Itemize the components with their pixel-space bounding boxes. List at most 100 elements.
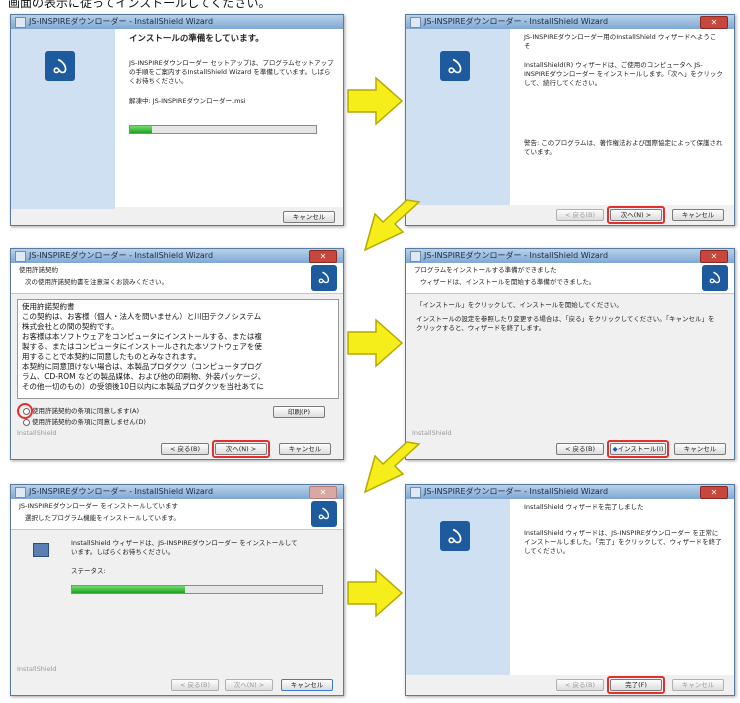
wizard-header: プログラムをインストールする準備ができました ウィザードは、インストールを開始す… xyxy=(406,263,734,294)
print-button[interactable]: 印刷(P) xyxy=(273,406,325,418)
next-button[interactable]: 次へ(N) > xyxy=(225,679,273,691)
close-icon[interactable]: ✕ xyxy=(700,486,728,499)
wizard-window-welcome: JS-INSPIREダウンローダー - InstallShield Wizard… xyxy=(405,14,735,226)
arrow-down-left-icon xyxy=(363,441,421,494)
header-title: 使用許諾契約 xyxy=(19,266,58,274)
status-label: ステータス: xyxy=(71,567,106,575)
next-button-highlight xyxy=(607,206,665,224)
window-title: JS-INSPIREダウンローダー - InstallShield Wizard xyxy=(29,251,214,260)
app-logo-icon: ఎ xyxy=(311,501,337,527)
arrow-down-left-icon xyxy=(363,199,421,252)
close-icon[interactable]: ✕ xyxy=(700,250,728,263)
header-title: JS-INSPIREダウンローダー をインストールしています xyxy=(19,502,178,510)
license-line: お客様は本ソフトウェアをコンピュータにインストールする、または複 xyxy=(22,332,262,341)
app-logo-icon: ఎ xyxy=(45,51,75,81)
decline-label: 使用許諾契約の条項に同意しません(D) xyxy=(32,418,146,426)
wizard-header: JS-INSPIREダウンローダー をインストールしています 選択したプログラム… xyxy=(11,499,343,530)
license-text-box[interactable]: 使用許諾契約書 この契約は、お客様（個人・法人を問いません）と川田テクノシステム… xyxy=(17,299,339,399)
wizard-content: JS-INSPIREダウンローダー用のInstallShield ウィザードへよ… xyxy=(510,29,734,205)
heading: インストールの準備をしています。 xyxy=(129,34,264,44)
back-button[interactable]: < 戻る(B) xyxy=(556,679,604,691)
back-button[interactable]: < 戻る(B) xyxy=(556,209,604,221)
title-bar: JS-INSPIREダウンローダー - InstallShield Wizard… xyxy=(11,249,343,264)
wizard-window-ready: JS-INSPIREダウンローダー - InstallShield Wizard… xyxy=(405,248,735,460)
installer-icon xyxy=(15,487,26,498)
install-button-highlight xyxy=(607,440,669,458)
warning-text: 警告: このプログラムは、著作権法および国際協定によって保護されています。 xyxy=(524,139,723,156)
license-line: その他一切のもの）の受領後10日以内に本製品プロダクツを当社あてに xyxy=(22,382,264,391)
computer-install-icon xyxy=(33,543,49,557)
cancel-button[interactable]: キャンセル xyxy=(281,679,333,691)
license-line: ラム、CD-ROM などの製品媒体、および他の印刷物、外装パッケージ、 xyxy=(22,372,266,381)
window-title: JS-INSPIREダウンローダー - InstallShield Wizard xyxy=(29,17,214,26)
next-button-highlight xyxy=(212,440,270,458)
description: InstallShield ウィザードは、JS-INSPIREダウンローダー を… xyxy=(524,529,722,555)
window-title: JS-INSPIREダウンローダー - InstallShield Wizard xyxy=(424,251,609,260)
title-bar: JS-INSPIREダウンローダー - InstallShield Wizard xyxy=(11,15,343,30)
license-line: 株式会社との間の契約です。 xyxy=(22,322,119,331)
title-bar: JS-INSPIREダウンローダー - InstallShield Wizard… xyxy=(406,249,734,264)
back-button[interactable]: < 戻る(B) xyxy=(556,443,604,455)
cancel-button[interactable]: キャンセル xyxy=(283,211,335,223)
app-logo-icon: ఎ xyxy=(311,265,337,291)
wizard-header: 使用許諾契約 次の使用許諾契約書を注意深くお読みください。 ఎ xyxy=(11,263,343,294)
instruction-line: 「インストール」をクリックして、インストールを開始してください。 xyxy=(416,301,623,309)
close-icon[interactable]: ✕ xyxy=(309,250,337,263)
radio-icon xyxy=(23,418,30,426)
wizard-content: インストールの準備をしています。 JS-INSPIREダウンローダー セットアッ… xyxy=(115,29,343,207)
arrow-right-icon xyxy=(347,568,404,618)
header-subtitle: 次の使用許諾契約書を注意深くお読みください。 xyxy=(25,278,168,286)
installer-icon xyxy=(410,17,421,28)
cancel-button[interactable]: キャンセル xyxy=(672,209,724,221)
window-title: JS-INSPIREダウンローダー - InstallShield Wizard xyxy=(424,17,609,26)
close-icon[interactable]: ✕ xyxy=(700,16,728,29)
license-line: 用することで本契約に同意したものとみなされます。 xyxy=(22,352,202,361)
back-button[interactable]: < 戻る(B) xyxy=(161,443,209,455)
wizard-window-preparing: JS-INSPIREダウンローダー - InstallShield Wizard… xyxy=(10,14,344,226)
installshield-label: InstallShield xyxy=(412,429,452,437)
wizard-side-panel: ఎ xyxy=(406,29,510,205)
arrow-right-icon xyxy=(347,76,404,126)
wizard-window-license: JS-INSPIREダウンローダー - InstallShield Wizard… xyxy=(10,248,344,460)
title-bar: JS-INSPIREダウンローダー - InstallShield Wizard… xyxy=(406,15,734,30)
accept-radio[interactable]: 使用許諾契約の条項に同意します(A) xyxy=(23,407,243,416)
heading: JS-INSPIREダウンローダー用のInstallShield ウィザードへよ… xyxy=(524,33,717,50)
instruction-detail: インストールの設定を参照したり変更する場合は、「戻る」をクリックしてください。「… xyxy=(416,315,715,332)
wizard-content: InstallShield ウィザードを完了しました InstallShield… xyxy=(510,499,734,675)
installer-icon xyxy=(15,17,26,28)
progress-fill xyxy=(72,586,185,593)
wizard-window-installing: JS-INSPIREダウンローダー - InstallShield Wizard… xyxy=(10,484,344,696)
license-line: この契約は、お客様（個人・法人を問いません）と川田テクノシステム xyxy=(22,312,262,321)
description: InstallShield ウィザードは、JS-INSPIREダウンローダー を… xyxy=(71,539,298,556)
heading: InstallShield ウィザードを完了しました xyxy=(524,503,644,511)
cancel-button[interactable]: キャンセル xyxy=(672,679,724,691)
back-button[interactable]: < 戻る(B) xyxy=(171,679,219,691)
installshield-label: InstallShield xyxy=(17,665,57,673)
status-text: 解凍中: JS-INSPIREダウンローダー.msi xyxy=(129,97,246,105)
app-logo-icon: ఎ xyxy=(440,51,470,81)
close-icon[interactable]: ✕ xyxy=(309,486,337,499)
title-bar: JS-INSPIREダウンローダー - InstallShield Wizard… xyxy=(11,485,343,500)
header-title: プログラムをインストールする準備ができました xyxy=(414,266,557,274)
app-logo-icon: ఎ xyxy=(702,265,728,291)
finish-button-highlight xyxy=(607,676,665,694)
window-title: JS-INSPIREダウンローダー - InstallShield Wizard xyxy=(424,487,609,496)
progress-bar xyxy=(129,125,317,134)
description: InstallShield(R) ウィザードは、ご使用のコンピュータへ JS-I… xyxy=(524,61,723,87)
installer-icon xyxy=(15,251,26,262)
app-logo-icon: ఎ xyxy=(440,521,470,551)
license-line: 本契約に同意頂けない場合は、本製品プロダクツ（コンピュータプログ xyxy=(22,362,262,371)
cancel-button[interactable]: キャンセル xyxy=(674,443,726,455)
header-subtitle: ウィザードは、インストールを開始する準備ができました。 xyxy=(420,278,596,286)
decline-radio[interactable]: 使用許諾契約の条項に同意しません(D) xyxy=(23,418,243,427)
instruction-caption: 画面の表示に従ってインストールしてください。 xyxy=(8,0,271,10)
wizard-side-panel: ఎ xyxy=(406,499,510,675)
header-subtitle: 選択したプログラム機能をインストールしています。 xyxy=(25,514,180,522)
cancel-button[interactable]: キャンセル xyxy=(279,443,331,455)
arrow-right-icon xyxy=(347,318,404,368)
progress-fill xyxy=(130,126,153,133)
license-line: 使用許諾契約書 xyxy=(22,302,75,311)
progress-bar xyxy=(71,585,323,594)
accept-highlight-circle xyxy=(17,403,33,419)
title-bar: JS-INSPIREダウンローダー - InstallShield Wizard… xyxy=(406,485,734,500)
